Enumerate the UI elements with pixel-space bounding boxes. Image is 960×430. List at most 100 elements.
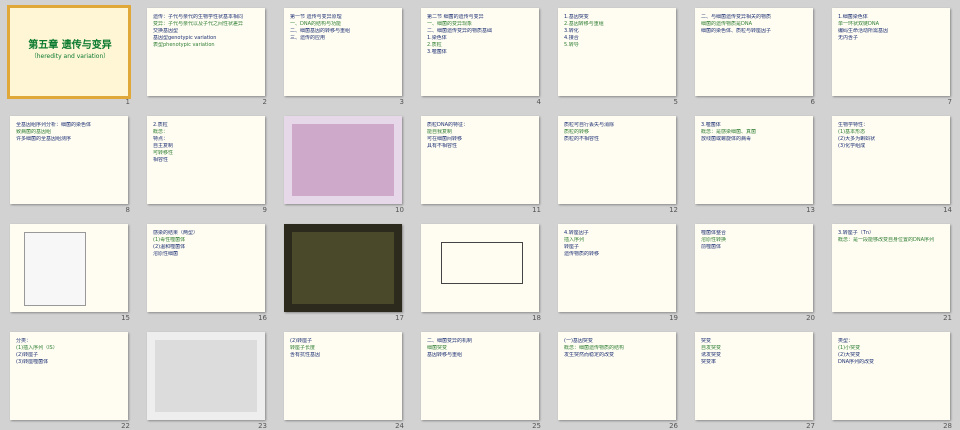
slide-text-line: 具有不相容性 — [427, 143, 458, 149]
slide-text-line: 全基因组序列分析：细菌的染色体 — [16, 122, 92, 128]
slide-thumbnail-14[interactable]: 生物学特性： (1)基本形态 (2)大多为蝌蚪状 (3)化学组成 — [832, 116, 950, 204]
slide-text: 二、与细菌遗传变异相关的物质 细菌的遗传物质是DNA 细菌的染色体、质粒与转座因子 — [701, 14, 809, 35]
slide-text-line: 5.转导 — [564, 42, 579, 48]
phage-diagram-image — [24, 232, 86, 306]
slide-text-line: 3.转化 — [564, 28, 579, 34]
slide-text: 分类： (1)插入序列（IS） (2)转座子 (3)转座噬菌体 — [16, 338, 124, 366]
slide-text-line: 自发突变 — [701, 345, 722, 351]
slide-text: (一)基因突变 概念：细菌遗传物质的结构 发生突然而稳定的改变 — [564, 338, 672, 359]
slide-thumbnail-16[interactable]: 感染的结果（两型） (1)毒性噬菌体 (2)温和噬菌体 溶原性细菌 — [147, 224, 265, 312]
slide-text-line: 2.质粒 — [427, 42, 442, 48]
slide-text-line: 溶原性细菌 — [153, 251, 179, 257]
slide-text-line: 质粒的不相容性 — [564, 136, 600, 142]
slide-text: 4.转座因子 插入序列 转座子 遗传物质的转移 — [564, 230, 672, 258]
slide-text-line: 概念： — [153, 129, 169, 135]
slide-text-line: 二、细菌变异的机制 — [427, 338, 473, 344]
slide-thumbnail-22[interactable]: 分类： (1)插入序列（IS） (2)转座子 (3)转座噬菌体 — [10, 332, 128, 420]
slide-number: 25 — [532, 422, 541, 430]
slide-thumbnail-9[interactable]: 2.质粒 概念： 特点： 自主复制 可转移性 相容性 — [147, 116, 265, 204]
slide-text-line: 噬菌体整合 — [701, 230, 727, 236]
slide-text-line: 2.质粒 — [153, 122, 168, 128]
slide-text-line: 诱发突变 — [701, 352, 722, 358]
slide-text-line: 溶原性转换 — [701, 237, 727, 243]
slide-number: 27 — [806, 422, 815, 430]
slide-text-line: 突变率 — [701, 359, 717, 365]
slide-thumbnail-19[interactable]: 4.转座因子 插入序列 转座子 遗传物质的转移 — [558, 224, 676, 312]
slide-number: 10 — [395, 206, 404, 214]
slide-text-line: 表型phenotypic variation — [153, 42, 215, 48]
slide-thumbnail-3[interactable]: 第一节 遗传与变异原理 一、DNA的结构与功能 二、细菌基因的转移与重组 三、遗传的应… — [284, 8, 402, 96]
slide-thumbnail-5[interactable]: 1.基因突变 2.基因转移与重组 3.转化 4.接合 5.转导 — [558, 8, 676, 96]
slide-text-line: 质粒的转移 — [564, 129, 590, 135]
slide-thumbnail-6[interactable]: 二、与细菌遗传变异相关的物质 细菌的遗传物质是DNA 细菌的染色体、质粒与转座因子 — [695, 8, 813, 96]
slide-number: 23 — [258, 422, 267, 430]
slide-thumbnail-11[interactable]: 质粒DNA的特征： 能自我复制 可在细菌间转移 具有不相容性 — [421, 116, 539, 204]
slide-thumbnail-24[interactable]: (2)转座子 转座子长度 含有抗性基因 — [284, 332, 402, 420]
slide-text-line: 1.细菌染色体 — [838, 14, 868, 20]
slide-number: 14 — [943, 206, 952, 214]
slide-text: 二、细菌变异的机制 细菌突变 基因转移与重组 — [427, 338, 535, 359]
slide-number: 9 — [262, 206, 267, 214]
slide-text-line: 三、遗传的应用 — [290, 35, 326, 41]
slide-text-line: 第二节 细菌的遗传与变异 — [427, 14, 484, 20]
slide-text-line: (3)转座噬菌体 — [16, 359, 49, 365]
slide-thumbnail-21[interactable]: 3.转座子（Tn） 概念：是一段能够改变自身位置的DNA序列 — [832, 224, 950, 312]
slide-text-line: (1)毒性噬菌体 — [153, 237, 186, 243]
slide-text: 质粒DNA的特征： 能自我复制 可在细菌间转移 具有不相容性 — [427, 122, 535, 150]
slide-text-line: 第一节 遗传与变异原理 — [290, 14, 342, 20]
slide-thumbnail-20[interactable]: 噬菌体整合 溶原性转换 前噬菌体 — [695, 224, 813, 312]
slide-thumbnail-26[interactable]: (一)基因突变 概念：细菌遗传物质的结构 发生突然而稳定的改变 — [558, 332, 676, 420]
slide-thumbnail-2[interactable]: 遗传：子代与亲代的生物学性状基本相同 变异：子代与亲代以及子代之间性状差异 交换基因… — [147, 8, 265, 96]
slide-text-line: 3.噬菌体 — [427, 49, 447, 55]
slide-text-line: 二、细菌基因的转移与重组 — [290, 28, 351, 34]
slide-subtitle: （heredity and variation） — [30, 53, 110, 60]
slide-text-line: 单一环状双链DNA — [838, 21, 880, 27]
slide-text-line: 自主复制 — [153, 143, 174, 149]
slide-thumbnail-10[interactable] — [284, 116, 402, 204]
slide-number: 15 — [121, 314, 130, 322]
slide-thumbnail-28[interactable]: 类型： (1)小突变 (2)大突变 DNA序列的改变 — [832, 332, 950, 420]
slide-thumbnail-4[interactable]: 第二节 细菌的遗传与变异 一、细菌的变异现象 二、细菌遗传变异的物质基础 1.染色体 2… — [421, 8, 539, 96]
slide-text: 类型： (1)小突变 (2)大突变 DNA序列的改变 — [838, 338, 946, 366]
slide-text: 第二节 细菌的遗传与变异 一、细菌的变异现象 二、细菌遗传变异的物质基础 1.染色体 2… — [427, 14, 535, 56]
slide-text-line: (1)基本形态 — [838, 129, 866, 135]
slide-number: 18 — [532, 314, 541, 322]
slide-text-line: 概念：是一段能够改变自身位置的DNA序列 — [838, 237, 935, 243]
slide-thumbnail-25[interactable]: 二、细菌变异的机制 细菌突变 基因转移与重组 — [421, 332, 539, 420]
slide-text-line: 1.染色体 — [427, 35, 447, 41]
slide-text: 噬菌体整合 溶原性转换 前噬菌体 — [701, 230, 809, 251]
slide-text-line: (3)化学组成 — [838, 143, 866, 149]
slide-text-line: 无内含子 — [838, 35, 859, 41]
slide-thumbnail-1[interactable]: 第五章 遗传与变异 （heredity and variation） — [7, 5, 131, 99]
slide-text-line: (2)大突变 — [838, 352, 861, 358]
slide-text: 突变 自发突变 诱发突变 突变率 — [701, 338, 809, 366]
slide-text-line: 细菌突变 — [427, 345, 448, 351]
slide-thumbnail-27[interactable]: 突变 自发突变 诱发突变 突变率 — [695, 332, 813, 420]
slide-thumbnail-18[interactable] — [421, 224, 539, 312]
slide-number: 6 — [810, 98, 815, 106]
slide-number: 12 — [669, 206, 678, 214]
slide-text-line: 基因转移与重组 — [427, 352, 463, 358]
slide-number: 19 — [669, 314, 678, 322]
slide-text: (2)转座子 转座子长度 含有抗性基因 — [290, 338, 398, 359]
slide-text: 全基因组序列分析：细菌的染色体 致病菌的基因组 许多细菌的全基因组测序 — [16, 122, 124, 143]
slide-thumbnail-12[interactable]: 质粒可自行丢失与消除 质粒的转移 质粒的不相容性 — [558, 116, 676, 204]
slide-text-line: 2.基因转移与重组 — [564, 21, 604, 27]
slide-text: 1.基因突变 2.基因转移与重组 3.转化 4.接合 5.转导 — [564, 14, 672, 49]
slide-text-line: 二、细菌遗传变异的物质基础 — [427, 28, 493, 34]
slide-thumbnail-8[interactable]: 全基因组序列分析：细菌的染色体 致病菌的基因组 许多细菌的全基因组测序 — [10, 116, 128, 204]
slide-thumbnail-23[interactable] — [147, 332, 265, 420]
slide-text-line: 4.接合 — [564, 35, 579, 41]
slide-thumbnail-13[interactable]: 3.噬菌体 概念：是感染细菌、真菌 放线菌或螺旋体的病毒 — [695, 116, 813, 204]
slide-text-line: 概念：是感染细菌、真菌 — [701, 129, 757, 135]
slide-image — [292, 124, 394, 196]
slide-text-line: 1.基因突变 — [564, 14, 589, 20]
slide-text-line: 转座子长度 — [290, 345, 316, 351]
slide-text-line: 细菌的染色体、质粒与转座因子 — [701, 28, 772, 34]
slide-thumbnail-17[interactable] — [284, 224, 402, 312]
slide-text-line: 突变 — [701, 338, 712, 344]
slide-text: 3.转座子（Tn） 概念：是一段能够改变自身位置的DNA序列 — [838, 230, 946, 244]
slide-thumbnail-7[interactable]: 1.细菌染色体 单一环状双链DNA 编码生命活动所需基因 无内含子 — [832, 8, 950, 96]
slide-text-line: 类型： — [838, 338, 854, 344]
slide-thumbnail-15[interactable] — [10, 224, 128, 312]
